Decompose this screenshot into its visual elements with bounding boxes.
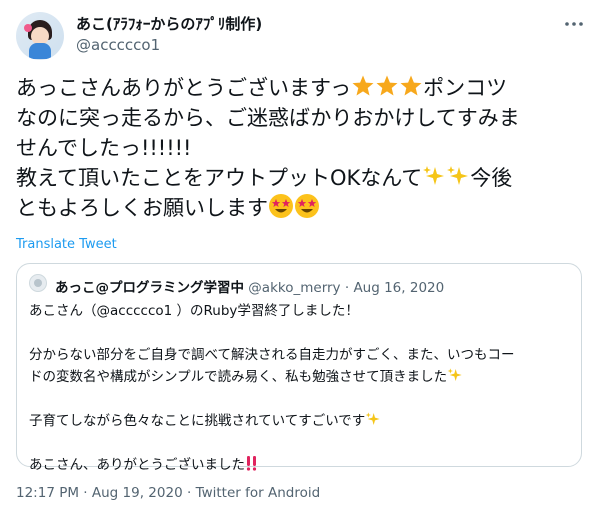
quoted-line-text: あこさん、ありがとうございました: [29, 457, 245, 473]
translate-tweet-link[interactable]: Translate Tweet: [16, 237, 117, 252]
quoted-blank-line: [29, 388, 569, 410]
quoted-author-avatar: [29, 274, 47, 292]
author-handle[interactable]: @accccco1: [76, 36, 160, 54]
tweet-line-5: ともよろしくお願いします: [16, 193, 591, 223]
tweet-date-link[interactable]: Aug 19, 2020: [92, 485, 183, 501]
quoted-date: Aug 16, 2020: [353, 280, 445, 296]
author-name[interactable]: あこ(ｱﾗﾌｫｰからのｱﾌﾟﾘ制作): [76, 13, 262, 34]
more-options-icon[interactable]: [564, 14, 584, 34]
quoted-tweet-header: あっこ@プログラミング学習中 @akko_merry · Aug 16, 202…: [55, 276, 444, 296]
quoted-line: ドの変数名や構成がシンプルで読み易く、私も勉強させて頂きました: [29, 366, 569, 388]
footer-separator: ·: [186, 485, 192, 501]
quoted-line: あこさん（@accccco1 ）のRuby学習終了しました！: [29, 303, 359, 319]
quoted-blank-line: [29, 322, 569, 344]
tweet-line-2: なのに突っ走るから、ご迷惑ばかりおかけしてすみま: [16, 106, 520, 130]
quoted-author-handle: @akko_merry: [248, 280, 341, 296]
tweet-line-1: あっこさんありがとうございますっ ポンコツ: [16, 73, 591, 103]
avatar-body: [29, 43, 51, 59]
quoted-line-text: 子育てしながら色々なことに挑戦されていてすごいです: [29, 413, 366, 429]
tweet-line-4-text: 教えて頂いたことをアウトプットOKなんて: [16, 166, 423, 190]
quoted-line: 分からない部分をご自身で調べて解決される自走力がすごく、また、いつもコー: [29, 347, 515, 363]
ellipsis-icon: [565, 22, 583, 26]
quoted-line: あこさん、ありがとうございました: [29, 454, 569, 476]
sparkles-emoji-icon: [447, 166, 469, 185]
double-exclamation-emoji-icon: [246, 456, 257, 471]
author-avatar[interactable]: [16, 12, 64, 60]
quoted-tweet-text: あこさん（@accccco1 ）のRuby学習終了しました！ 分からない部分をご…: [29, 300, 569, 476]
tweet-footer: 12:17 PM · Aug 19, 2020 · Twitter for An…: [16, 485, 320, 501]
quoted-tweet[interactable]: あっこ@プログラミング学習中 @akko_merry · Aug 16, 202…: [16, 263, 582, 473]
tweet-line-3: せんでしたっ!!!!!!: [16, 136, 192, 160]
quoted-separator: ·: [344, 280, 350, 296]
tweet-line-4-text-end: 今後: [470, 166, 513, 190]
star-emoji-icon: [400, 75, 422, 96]
quoted-line: 子育てしながら色々なことに挑戦されていてすごいです: [29, 410, 569, 432]
star-emoji-icon: [352, 75, 374, 96]
tweet-time-link[interactable]: 12:17 PM: [16, 485, 79, 501]
tweet-text: あっこさんありがとうございますっ ポンコツ なのに突っ走るから、ご迷惑ばかりおかけ…: [16, 73, 591, 223]
quoted-blank-line: [29, 432, 569, 454]
quoted-line-text: ドの変数名や構成がシンプルで読み易く、私も勉強させて頂きました: [29, 369, 448, 385]
star-struck-emoji-icon: [295, 194, 319, 218]
tweet-line-4: 教えて頂いたことをアウトプットOKなんて 今後: [16, 163, 591, 193]
star-struck-emoji-icon: [269, 194, 293, 218]
tweet-source-link[interactable]: Twitter for Android: [196, 485, 321, 501]
avatar-bow: [24, 24, 32, 32]
footer-separator: ·: [83, 485, 88, 501]
sparkles-emoji-icon: [423, 166, 445, 185]
star-emoji-icon: [376, 75, 398, 96]
quoted-author-name: あっこ@プログラミング学習中: [55, 280, 244, 296]
sparkles-emoji-icon: [365, 412, 380, 425]
sparkles-emoji-icon: [447, 368, 462, 381]
tweet-line-5-text: ともよろしくお願いします: [16, 196, 268, 220]
tweet-line-1-text: あっこさんありがとうございますっ: [16, 76, 352, 100]
tweet-line-1-text-end: ポンコツ: [423, 76, 508, 100]
